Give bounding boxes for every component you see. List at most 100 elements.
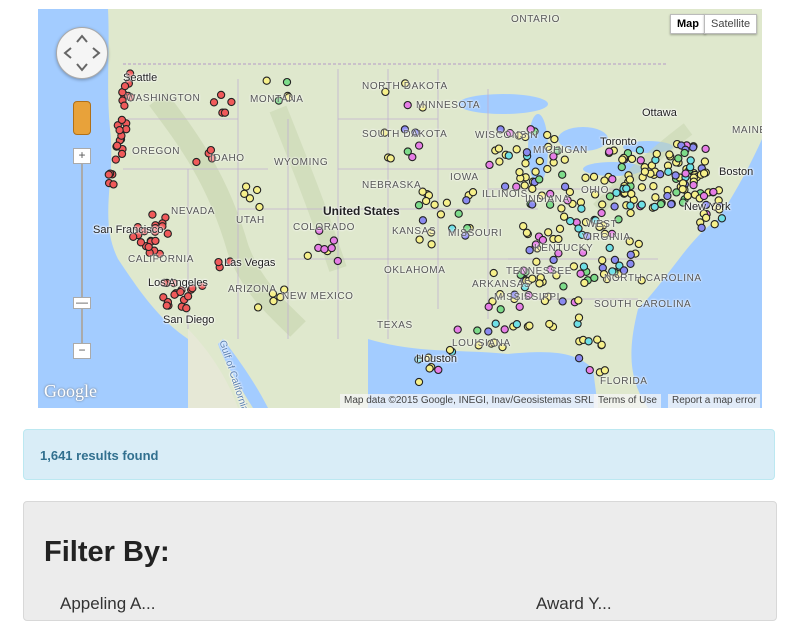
map-marker[interactable] xyxy=(710,220,719,229)
map-marker[interactable] xyxy=(434,365,443,375)
map-marker[interactable] xyxy=(303,251,312,260)
map-marker[interactable] xyxy=(329,236,339,245)
map-marker[interactable] xyxy=(255,202,264,212)
map-marker[interactable] xyxy=(148,210,157,219)
map-marker[interactable] xyxy=(252,185,262,195)
map-type-satellite-button[interactable]: Satellite xyxy=(704,14,758,34)
map-marker[interactable] xyxy=(680,148,689,158)
map-marker[interactable] xyxy=(227,97,236,107)
map-marker[interactable] xyxy=(663,191,672,201)
map-marker[interactable] xyxy=(617,162,626,172)
map-marker[interactable] xyxy=(626,201,635,210)
map-marker[interactable] xyxy=(531,167,540,176)
map-marker[interactable] xyxy=(117,115,127,125)
map-marker[interactable] xyxy=(192,157,201,167)
map-marker[interactable] xyxy=(590,273,599,283)
map-marker[interactable] xyxy=(550,134,559,144)
map-marker[interactable] xyxy=(584,337,593,346)
map-marker[interactable] xyxy=(282,77,292,87)
map-marker[interactable] xyxy=(473,326,482,335)
map-marker[interactable] xyxy=(500,325,509,334)
map-marker[interactable] xyxy=(425,364,434,373)
map-marker[interactable] xyxy=(144,242,153,252)
map-marker[interactable] xyxy=(576,269,585,278)
map-marker[interactable] xyxy=(528,184,537,193)
map-marker[interactable] xyxy=(515,302,524,311)
zoom-out-button[interactable]: − xyxy=(73,343,91,359)
map-marker[interactable] xyxy=(600,176,609,185)
map-marker[interactable] xyxy=(403,147,412,156)
zoom-slider-handle[interactable]: — xyxy=(73,296,91,309)
map-marker[interactable] xyxy=(327,243,336,253)
map-marker[interactable] xyxy=(414,141,424,150)
map-marker[interactable] xyxy=(253,303,263,312)
map-marker[interactable] xyxy=(665,150,674,159)
map-marker[interactable] xyxy=(122,125,131,134)
map-marker[interactable] xyxy=(549,255,558,265)
map-marker[interactable] xyxy=(589,172,599,181)
map-marker[interactable] xyxy=(554,234,563,244)
map-marker[interactable] xyxy=(468,188,478,197)
map-marker[interactable] xyxy=(241,182,251,191)
map-marker[interactable] xyxy=(453,325,462,334)
map-marker[interactable] xyxy=(495,157,504,166)
map[interactable]: ONTARIO NORTH DAKOTA SOUTH DAKOTA MINNES… xyxy=(38,9,762,408)
map-marker[interactable] xyxy=(558,170,567,179)
map-marker[interactable] xyxy=(442,198,452,207)
map-marker[interactable] xyxy=(686,156,695,165)
map-marker[interactable] xyxy=(635,146,645,155)
map-marker[interactable] xyxy=(618,155,627,164)
map-marker[interactable] xyxy=(581,173,590,182)
map-marker[interactable] xyxy=(535,175,544,184)
map-marker[interactable] xyxy=(560,155,569,164)
map-marker[interactable] xyxy=(559,212,569,221)
map-marker[interactable] xyxy=(681,169,690,178)
map-marker[interactable] xyxy=(598,256,607,265)
map-marker[interactable] xyxy=(674,154,683,163)
map-marker[interactable] xyxy=(700,157,710,166)
map-marker[interactable] xyxy=(485,160,494,170)
map-marker[interactable] xyxy=(555,224,565,233)
map-marker[interactable] xyxy=(671,171,680,180)
map-marker[interactable] xyxy=(543,130,552,140)
map-marker[interactable] xyxy=(436,210,446,219)
map-marker[interactable] xyxy=(209,98,219,107)
map-marker[interactable] xyxy=(597,208,606,218)
map-marker[interactable] xyxy=(557,204,566,213)
map-marker[interactable] xyxy=(544,228,553,237)
map-marker[interactable] xyxy=(593,335,602,344)
map-marker[interactable] xyxy=(535,279,544,288)
map-marker[interactable] xyxy=(558,297,567,306)
map-marker[interactable] xyxy=(686,163,695,172)
map-marker[interactable] xyxy=(522,148,532,157)
map-marker[interactable] xyxy=(605,243,614,253)
map-marker[interactable] xyxy=(484,302,493,311)
map-marker[interactable] xyxy=(701,144,710,154)
map-marker[interactable] xyxy=(574,296,583,305)
map-marker[interactable] xyxy=(430,200,439,209)
map-marker[interactable] xyxy=(579,262,589,271)
map-marker[interactable] xyxy=(386,154,395,163)
map-marker[interactable] xyxy=(543,164,552,174)
map-marker[interactable] xyxy=(701,213,711,222)
map-marker[interactable] xyxy=(494,144,504,153)
map-marker[interactable] xyxy=(136,238,146,247)
map-marker[interactable] xyxy=(655,170,665,179)
map-marker[interactable] xyxy=(636,156,645,165)
map-marker[interactable] xyxy=(580,278,589,288)
report-map-error-link[interactable]: Report a map error xyxy=(668,394,761,408)
map-marker[interactable] xyxy=(454,209,463,218)
map-marker[interactable] xyxy=(545,319,554,329)
map-marker[interactable] xyxy=(626,208,635,218)
map-marker[interactable] xyxy=(717,214,727,223)
map-marker[interactable] xyxy=(414,201,424,210)
map-marker[interactable] xyxy=(240,189,249,198)
map-marker[interactable] xyxy=(162,301,171,310)
map-marker[interactable] xyxy=(269,296,278,306)
map-marker[interactable] xyxy=(484,327,493,336)
map-marker[interactable] xyxy=(504,151,513,160)
map-marker[interactable] xyxy=(151,236,160,246)
map-marker[interactable] xyxy=(652,149,661,159)
map-type-map-button[interactable]: Map xyxy=(670,14,706,34)
map-marker[interactable] xyxy=(667,200,676,209)
